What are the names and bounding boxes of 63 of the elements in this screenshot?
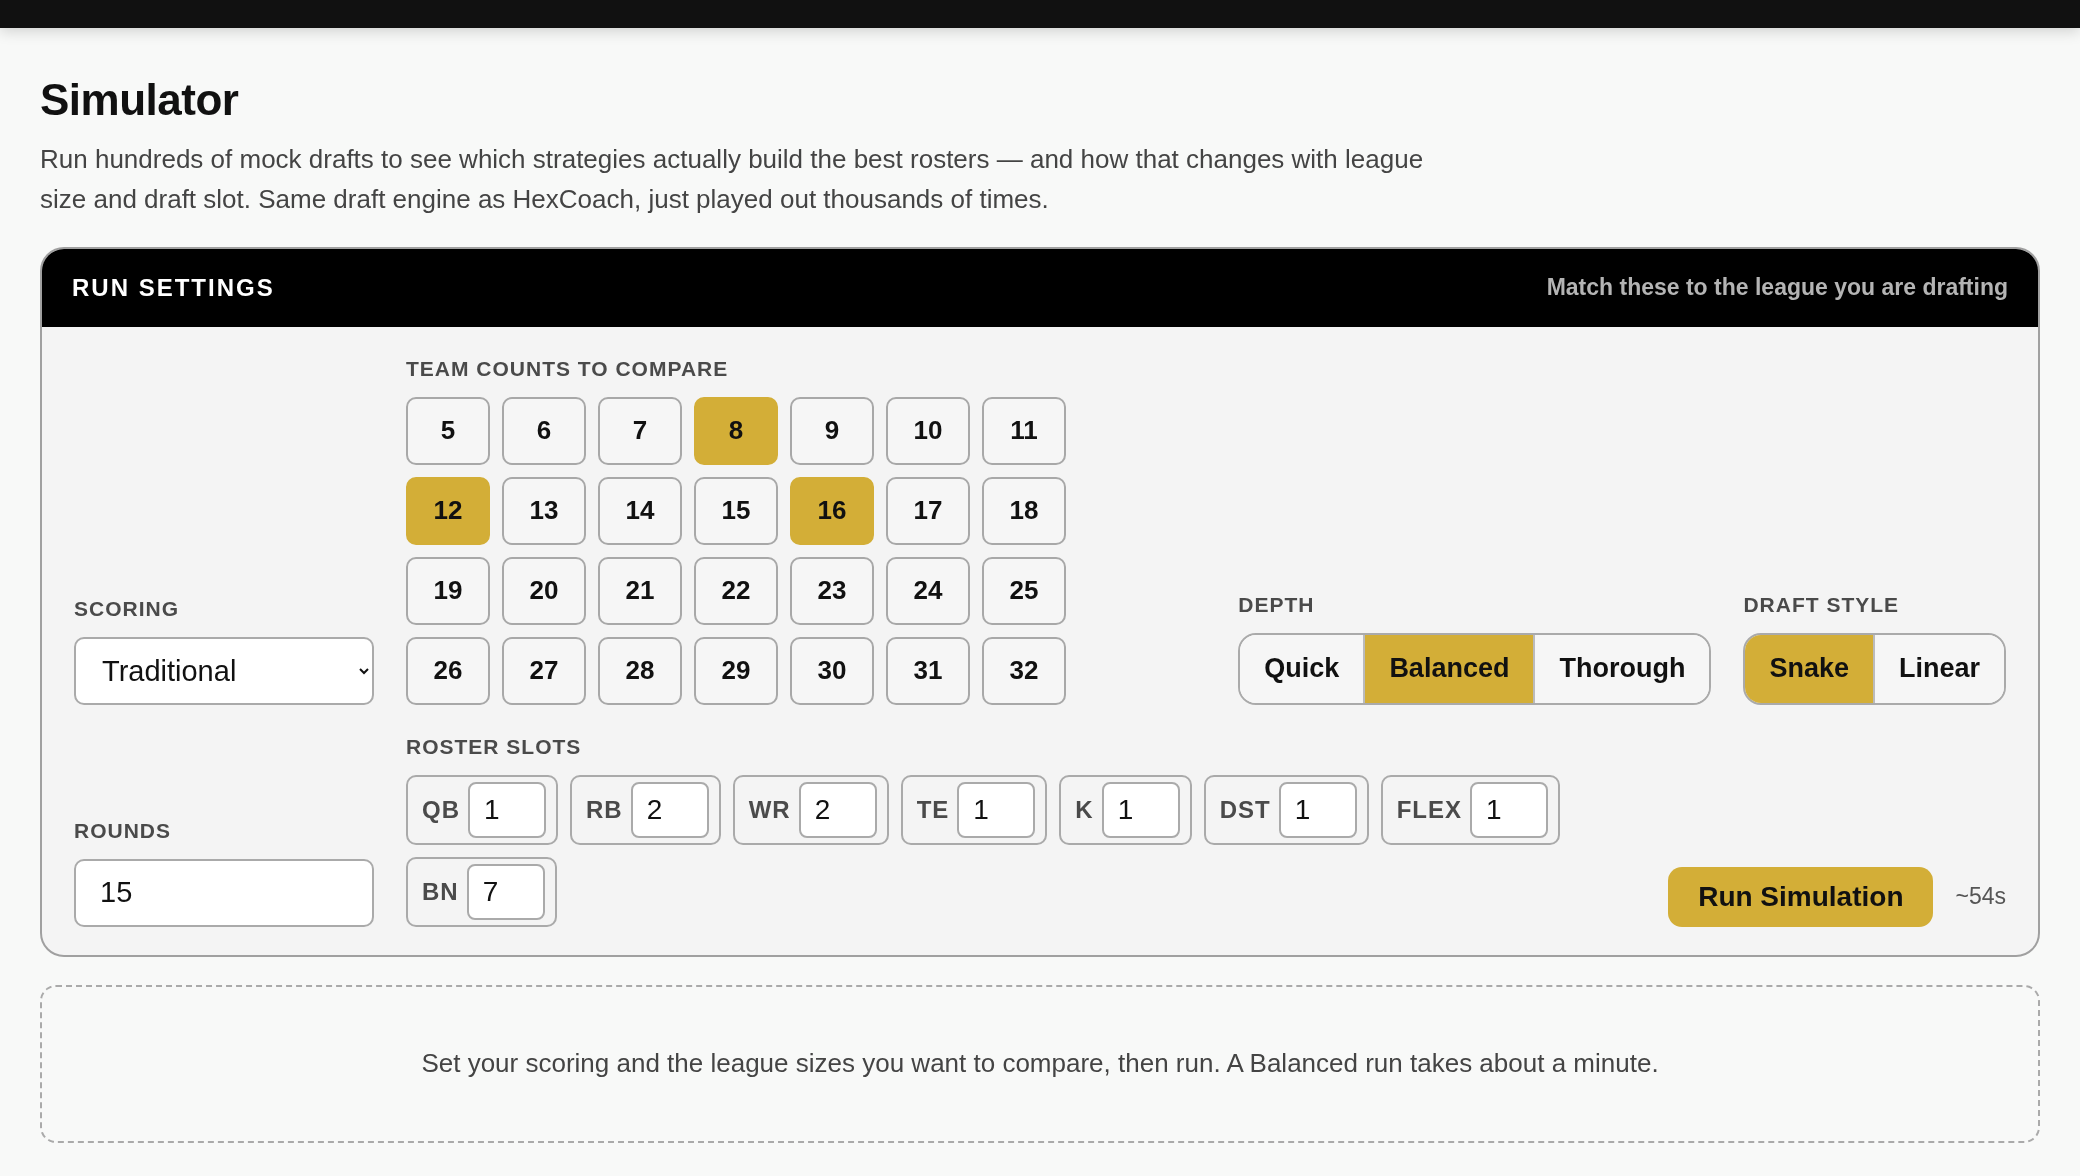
team-count-toggle[interactable]: 20 — [502, 556, 586, 625]
card-subtitle: Match these to the league you are drafting — [1546, 274, 2008, 302]
team-count-toggle[interactable]: 10 — [886, 396, 970, 465]
team-count-toggle[interactable]: 19 — [406, 556, 490, 625]
slot-label: TE — [916, 795, 950, 824]
draft-style-option[interactable]: Linear — [1872, 634, 2004, 703]
field-label: DRAFT STYLE — [1743, 592, 1901, 617]
team-count-toggle[interactable]: 6 — [502, 396, 586, 465]
team-count-toggle[interactable]: 13 — [502, 476, 586, 545]
field-label: TEAM COUNTS TO COMPARE — [406, 356, 730, 381]
scoring-select[interactable]: Traditional — [74, 636, 374, 705]
team-count-toggle[interactable]: 11 — [982, 396, 1066, 465]
slot-count-input[interactable]: 1 — [1278, 781, 1357, 838]
team-count-toggle[interactable]: 23 — [790, 556, 874, 625]
team-count-toggle[interactable]: 12 — [406, 476, 490, 545]
slot-count-input[interactable]: 1 — [468, 781, 546, 838]
team-count-toggle[interactable]: 15 — [694, 476, 778, 545]
team-count-toggle[interactable]: 28 — [598, 636, 682, 705]
depth-option[interactable]: Thorough — [1533, 634, 1710, 703]
draft-style-option[interactable]: Snake — [1745, 634, 1873, 703]
page-description: Run hundreds of mock drafts to see which strategies actually build the best rosters — and how that changes with league size and draft slot. Same draft engine as HexCoach, just played out thousands of times. — [40, 142, 1425, 216]
team-count-toggle[interactable]: 14 — [598, 476, 682, 545]
rounds-input[interactable]: 15 — [74, 858, 374, 927]
slot-label: WR — [748, 795, 791, 824]
slot-count-input[interactable]: 2 — [798, 781, 877, 838]
slot-label: K — [1075, 795, 1094, 824]
slot-count-input[interactable]: 1 — [1101, 781, 1180, 838]
depth-option[interactable]: Balanced — [1363, 634, 1534, 703]
page-title: Simulator — [40, 74, 240, 126]
slot-count-input[interactable]: 2 — [630, 781, 709, 838]
field-label: DEPTH — [1238, 592, 1316, 617]
time-estimate: ~54s — [1955, 883, 2006, 911]
slot-label: FLEX — [1396, 795, 1462, 824]
field-label: SCORING — [74, 596, 180, 621]
slot-label: RB — [586, 795, 623, 824]
field-label: ROSTER SLOTS — [406, 734, 583, 759]
card-title: RUN SETTINGS — [72, 273, 275, 302]
team-count-toggle[interactable]: 30 — [790, 636, 874, 705]
team-count-toggle[interactable]: 16 — [790, 476, 874, 545]
team-count-toggle[interactable]: 5 — [406, 396, 490, 465]
team-count-toggle[interactable]: 17 — [886, 476, 970, 545]
team-count-toggle[interactable]: 27 — [502, 636, 586, 705]
slot-label: BN — [422, 877, 459, 906]
slot-label: DST — [1219, 795, 1271, 824]
slot-count-input[interactable]: 1 — [957, 781, 1036, 838]
slot-label: QB — [422, 795, 460, 824]
team-count-toggle[interactable]: 29 — [694, 636, 778, 705]
field-label: ROUNDS — [74, 818, 172, 843]
team-count-toggle[interactable]: 26 — [406, 636, 490, 705]
team-count-toggle[interactable]: 18 — [982, 476, 1066, 545]
hint-text: Set your scoring and the league sizes you want to compare, then run. A Balanced run takes about a minute. — [421, 1048, 1659, 1080]
run-simulation-button[interactable]: Run Simulation — [1668, 866, 1934, 927]
team-count-toggle[interactable]: 7 — [598, 396, 682, 465]
team-count-toggle[interactable]: 9 — [790, 396, 874, 465]
team-count-toggle[interactable]: 8 — [694, 396, 778, 465]
team-count-toggle[interactable]: 22 — [694, 556, 778, 625]
slot-count-input[interactable]: 7 — [466, 863, 545, 920]
team-count-toggle[interactable]: 31 — [886, 636, 970, 705]
slot-count-input[interactable]: 1 — [1470, 781, 1548, 838]
team-count-toggle[interactable]: 32 — [982, 636, 1066, 705]
team-count-toggle[interactable]: 21 — [598, 556, 682, 625]
team-count-toggle[interactable]: 24 — [886, 556, 970, 625]
team-count-toggle[interactable]: 25 — [982, 556, 1066, 625]
